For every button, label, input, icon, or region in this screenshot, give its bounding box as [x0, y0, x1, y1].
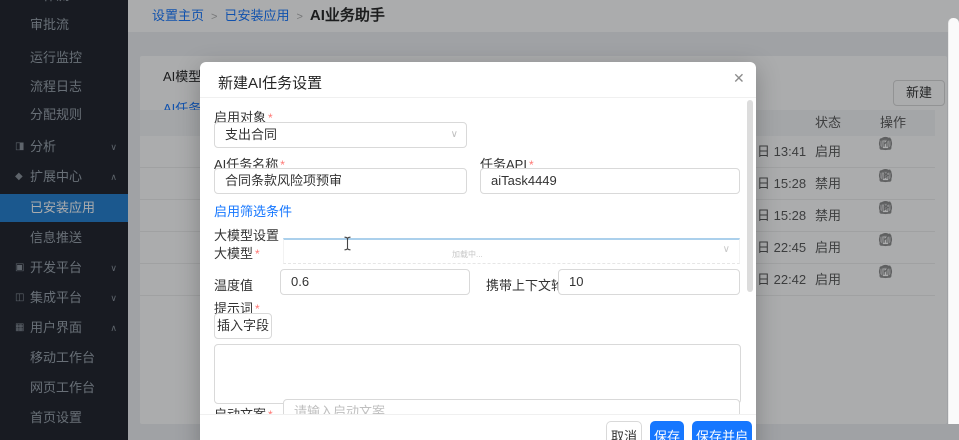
- save-button[interactable]: 保存: [650, 421, 684, 440]
- modal-scrollbar[interactable]: [747, 100, 753, 292]
- insert-field-button[interactable]: 插入字段: [214, 313, 272, 339]
- app-window: 工作流 审批流 运行监控 流程日志 分配规则 ◨ 分析 ∨ ◆ 扩展中心 ∧ 已…: [0, 0, 959, 440]
- temperature-label: 温度值: [214, 275, 253, 294]
- enable-filter-link[interactable]: 启用筛选条件: [214, 201, 292, 220]
- cancel-button[interactable]: 取消: [606, 421, 642, 440]
- modal-body: 启用对象* 支出合同 ∨ AI任务名称* 任务API* 合同条款风险项预审 ai…: [200, 98, 756, 414]
- text-cursor-icon: [343, 236, 352, 256]
- save-and-enable-button[interactable]: 保存并启用: [692, 421, 752, 440]
- model-label: 大模型*: [214, 243, 260, 262]
- new-ai-task-modal: 新建AI任务设置 ✕ 启用对象* 支出合同 ∨ AI任务名称* 任务API* 合…: [200, 62, 756, 440]
- task-api-input[interactable]: aiTask4449: [480, 168, 740, 194]
- task-name-input[interactable]: 合同条款风险项预审: [214, 168, 467, 194]
- modal-footer: 取消 保存 保存并启用: [200, 414, 756, 440]
- modal-title: 新建AI任务设置: [218, 72, 322, 93]
- temperature-input[interactable]: 0.6: [280, 269, 470, 295]
- model-section-label: 大模型设置: [214, 225, 279, 244]
- chevron-down-icon: ∨: [723, 244, 730, 255]
- page-scrollbar[interactable]: [948, 18, 959, 424]
- context-rounds-input[interactable]: 10: [558, 269, 740, 295]
- prompt-textarea[interactable]: [214, 344, 741, 404]
- chevron-down-icon: ∨: [451, 123, 458, 147]
- close-icon[interactable]: ✕: [733, 70, 745, 87]
- modal-header: 新建AI任务设置 ✕: [200, 62, 756, 98]
- enable-target-select[interactable]: 支出合同 ∨: [214, 122, 467, 148]
- model-loading-text: 加载中...: [452, 249, 483, 260]
